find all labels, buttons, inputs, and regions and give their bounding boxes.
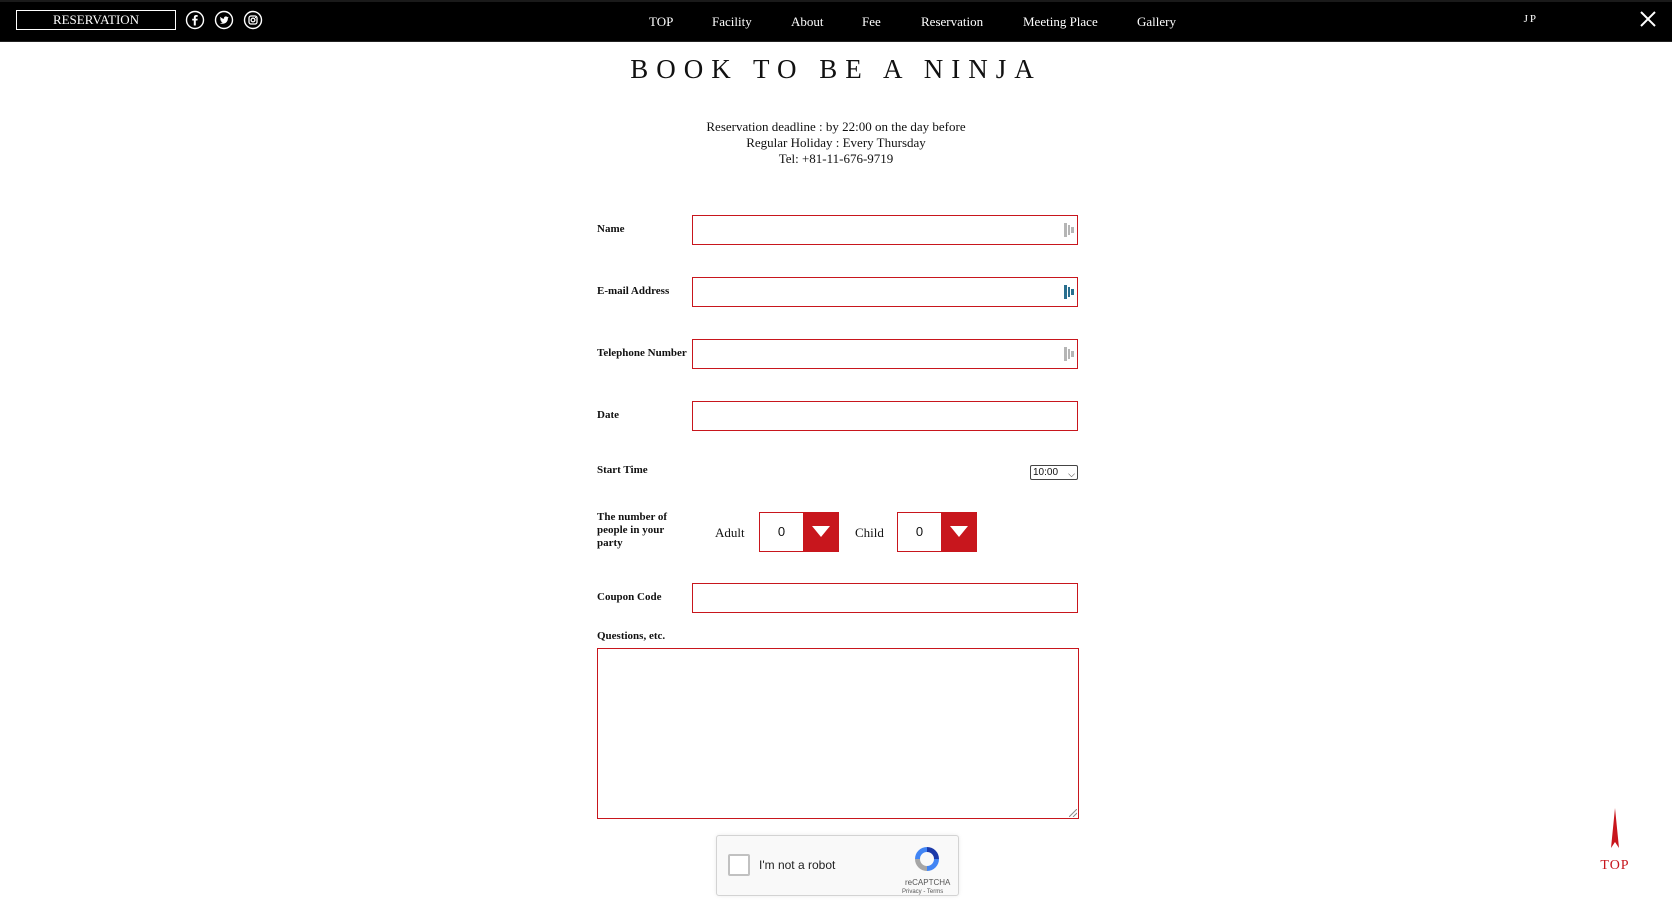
- nav-meeting-place[interactable]: Meeting Place: [1023, 14, 1098, 30]
- triangle-down-icon: [950, 526, 968, 537]
- recaptcha-logo-icon: [915, 847, 939, 871]
- name-input[interactable]: [692, 215, 1078, 245]
- telephone-label: Telephone Number: [597, 347, 687, 359]
- coupon-input[interactable]: [692, 583, 1078, 613]
- spire-icon: [1611, 808, 1619, 848]
- date-label: Date: [597, 409, 619, 421]
- recaptcha-label: I'm not a robot: [759, 858, 836, 872]
- party-size-label: The number of people in your party: [597, 511, 668, 549]
- adult-count-select[interactable]: 0: [759, 512, 839, 552]
- nav-gallery[interactable]: Gallery: [1137, 14, 1176, 30]
- nav-top[interactable]: TOP: [649, 14, 673, 30]
- questions-textarea[interactable]: [597, 648, 1079, 819]
- adult-label: Adult: [715, 525, 745, 540]
- start-time-label: Start Time: [597, 464, 648, 476]
- notice-telephone: Tel: +81-11-676-9719: [778, 151, 894, 166]
- child-count-value: 0: [915, 524, 924, 539]
- reservation-notice: Reservation deadline : by 22:00 on the d…: [0, 119, 1672, 167]
- email-label: E-mail Address: [597, 285, 670, 297]
- main-navigation: TOP Facility About Fee Reservation Meeti…: [0, 0, 1672, 41]
- resize-grip-icon[interactable]: [1069, 809, 1077, 817]
- notice-deadline: Reservation deadline : by 22:00 on the d…: [706, 119, 966, 134]
- back-to-top-button[interactable]: TOP: [1595, 808, 1635, 874]
- back-to-top-label: TOP: [1600, 858, 1630, 873]
- triangle-down-icon: [812, 526, 830, 537]
- questions-label: Questions, etc.: [597, 630, 666, 642]
- autofill-icon[interactable]: [1064, 223, 1074, 237]
- notice-holiday: Regular Holiday : Every Thursday: [746, 135, 926, 150]
- autofill-icon[interactable]: [1064, 347, 1074, 361]
- autofill-icon[interactable]: [1064, 285, 1074, 299]
- recaptcha-checkbox[interactable]: [728, 854, 750, 876]
- nav-facility[interactable]: Facility: [712, 14, 752, 30]
- close-icon[interactable]: [1638, 9, 1658, 29]
- start-time-value: 10:00: [1033, 467, 1059, 478]
- name-label: Name: [597, 223, 625, 235]
- adult-dropdown-button[interactable]: [803, 513, 838, 551]
- child-label: Child: [855, 525, 884, 540]
- nav-fee[interactable]: Fee: [862, 14, 881, 30]
- adult-count-value: 0: [777, 524, 786, 539]
- language-switch[interactable]: JP: [1524, 13, 1538, 25]
- email-input[interactable]: [692, 277, 1078, 307]
- recaptcha-brand: reCAPTCHA: [905, 878, 951, 887]
- date-input[interactable]: [692, 401, 1078, 431]
- start-time-select[interactable]: 10:00 ⌵: [1030, 465, 1078, 480]
- child-dropdown-button[interactable]: [941, 513, 976, 551]
- child-count-select[interactable]: 0: [897, 512, 977, 552]
- top-navigation-bar: RESERVATION TOP Facility About Fee Reser…: [0, 0, 1672, 42]
- recaptcha-links[interactable]: Privacy - Terms: [902, 889, 943, 895]
- coupon-label: Coupon Code: [597, 591, 662, 603]
- nav-about[interactable]: About: [791, 14, 824, 30]
- recaptcha-widget: I'm not a robot reCAPTCHA Privacy - Term…: [716, 835, 959, 896]
- page-title: BOOK TO BE A NINJA: [630, 54, 1042, 84]
- chevron-down-icon: ⌵: [1068, 469, 1075, 479]
- nav-reservation[interactable]: Reservation: [921, 14, 983, 30]
- telephone-input[interactable]: [692, 339, 1078, 369]
